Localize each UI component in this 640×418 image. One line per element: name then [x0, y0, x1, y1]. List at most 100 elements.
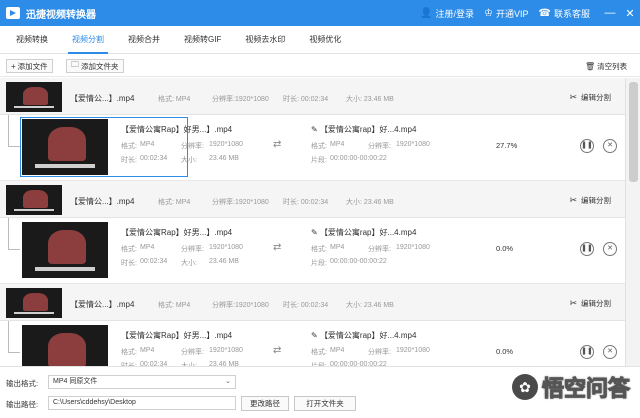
segment-name: 【爱情公寓Rap】好男...】.mp4	[121, 331, 233, 340]
segment-row[interactable]: 【爱情公寓Rap】好男...】.mp4 格式: MP4 分辨率: 1920*10…	[0, 321, 625, 366]
shuffle-icon[interactable]: ⇄	[273, 242, 281, 253]
output-format-label: 输出格式:	[6, 379, 39, 388]
toolbar: + 添加文件 🗀 添加文件夹 🗑 清空列表	[0, 55, 640, 77]
edit-split-button[interactable]: ✂ 编辑分割	[569, 298, 611, 309]
tab-remove-watermark[interactable]: 视频去水印	[245, 26, 285, 54]
scrollbar-thumb[interactable]	[629, 82, 638, 182]
pause-button[interactable]: ❚❚	[580, 345, 594, 359]
out-res-key: 分辨率:	[368, 143, 391, 150]
tree-connector	[8, 321, 20, 353]
seg-size-key: 大小:	[181, 260, 197, 267]
output-format-select[interactable]: MP4 同原文件 ⌄	[48, 375, 236, 389]
minimize-button[interactable]: —	[600, 7, 620, 19]
segment-thumbnail	[22, 325, 108, 366]
seg-res-val: 1920*1080	[209, 347, 243, 354]
shuffle-icon[interactable]: ⇄	[273, 345, 281, 356]
seg-dur-val: 00:02:34	[140, 155, 168, 162]
pause-button[interactable]: ❚❚	[580, 242, 594, 256]
out-format-key: 格式:	[311, 246, 327, 253]
close-window-button[interactable]: ✕	[620, 7, 640, 20]
output-name[interactable]: ✎ 【爱情公寓rap】好...4.mp4	[311, 330, 416, 341]
out-format-key: 格式:	[311, 349, 327, 356]
file-duration: 时长: 00:02:34	[283, 302, 329, 309]
file-duration: 时长: 00:02:34	[283, 96, 329, 103]
output-name[interactable]: ✎ 【爱情公寓rap】好...4.mp4	[311, 124, 416, 135]
clear-list-label: 清空列表	[597, 61, 628, 71]
seg-format-key: 格式:	[121, 143, 137, 150]
seg-format-val: MP4	[140, 141, 155, 148]
segment-name: 【爱情公寓Rap】好男...】.mp4	[121, 125, 233, 134]
change-path-button[interactable]: 更改路径	[241, 396, 289, 411]
watermark-text: 悟空问答	[541, 376, 630, 402]
pencil-icon: ✎	[311, 125, 320, 134]
segment-name: 【爱情公寓Rap】好男...】.mp4	[121, 228, 233, 237]
output-path-field[interactable]: C:\Users\cddehsy\Desktop	[48, 396, 236, 410]
pause-button[interactable]: ❚❚	[580, 139, 594, 153]
segment-thumbnail	[22, 119, 108, 175]
add-folder-label: 添加文件夹	[81, 61, 119, 71]
tab-optimize[interactable]: 视频优化	[309, 26, 341, 54]
file-resolution: 分辨率:1920*1080	[212, 199, 269, 206]
add-file-button[interactable]: + 添加文件	[6, 59, 53, 73]
file-name: 【爱情公...】.mp4	[70, 300, 135, 309]
tab-merge[interactable]: 视频合并	[128, 26, 160, 54]
tab-convert[interactable]: 视频转换	[16, 26, 48, 54]
file-group-row[interactable]: 【爱情公...】.mp4 格式: MP4 分辨率:1920*1080 时长: 0…	[0, 284, 625, 321]
file-format: 格式: MP4	[158, 96, 191, 103]
clear-list-button[interactable]: 🗑 清空列表	[581, 59, 631, 73]
edit-split-button[interactable]: ✂ 编辑分割	[569, 195, 611, 206]
file-resolution: 分辨率:1920*1080	[212, 302, 269, 309]
file-group-row[interactable]: 【爱情公...】.mp4 格式: MP4 分辨率:1920*1080 时长: 0…	[0, 78, 625, 115]
file-group-row[interactable]: 【爱情公...】.mp4 格式: MP4 分辨率:1920*1080 时长: 0…	[0, 181, 625, 218]
shuffle-icon[interactable]: ⇄	[273, 139, 281, 150]
vip-label: 开通VIP	[496, 8, 529, 19]
seg-res-key: 分辨率:	[181, 349, 204, 356]
feature-tabs: 视频转换 视频分割 视频合并 视频转GIF 视频去水印 视频优化	[0, 26, 640, 54]
output-name[interactable]: ✎ 【爱情公寓rap】好...4.mp4	[311, 227, 416, 238]
remove-button[interactable]: ✕	[603, 345, 617, 359]
video-thumbnail	[6, 82, 62, 112]
wukong-logo-icon: ✿	[511, 374, 538, 400]
out-cut-val: 00:00:00-00:00:22	[330, 155, 387, 162]
open-folder-button[interactable]: 打开文件夹	[294, 396, 356, 411]
scissors-icon: ✂	[569, 298, 577, 308]
out-cut-key: 片段:	[311, 157, 327, 164]
add-folder-button[interactable]: 🗀 添加文件夹	[66, 59, 124, 73]
file-resolution: 分辨率:1920*1080	[212, 96, 269, 103]
remove-button[interactable]: ✕	[603, 139, 617, 153]
add-file-label: 添加文件	[17, 61, 48, 71]
app-logo-icon	[6, 7, 20, 19]
seg-res-val: 1920*1080	[209, 141, 243, 148]
file-name: 【爱情公...】.mp4	[70, 197, 135, 206]
scissors-icon: ✂	[569, 195, 577, 205]
segment-thumbnail	[22, 222, 108, 278]
file-size: 大小: 23.46 MB	[346, 302, 394, 309]
watermark: ✿ 悟空问答	[511, 371, 631, 403]
list-scrollbar[interactable]	[625, 78, 640, 366]
video-thumbnail	[6, 288, 62, 318]
login-link[interactable]: 👤 注册/登录	[420, 7, 474, 20]
seg-format-key: 格式:	[121, 246, 137, 253]
support-link[interactable]: ☎ 联系客服	[539, 7, 590, 20]
seg-size-val: 23.46 MB	[209, 155, 239, 162]
output-name-text: 【爱情公寓rap】好...4.mp4	[319, 125, 417, 134]
trash-icon: 🗑	[585, 61, 596, 71]
output-name-text: 【爱情公寓rap】好...4.mp4	[319, 228, 417, 237]
segment-row[interactable]: 【爱情公寓Rap】好男...】.mp4 格式: MP4 分辨率: 1920*10…	[0, 115, 625, 181]
seg-dur-key: 时长:	[121, 157, 137, 164]
vip-link[interactable]: ♔ 开通VIP	[484, 7, 528, 20]
out-format-val: MP4	[330, 244, 345, 251]
edit-split-button[interactable]: ✂ 编辑分割	[569, 92, 611, 103]
file-list: 【爱情公...】.mp4 格式: MP4 分辨率:1920*1080 时长: 0…	[0, 78, 640, 366]
out-cut-key: 片段:	[311, 260, 327, 267]
file-name: 【爱情公...】.mp4	[70, 94, 135, 103]
remove-button[interactable]: ✕	[603, 242, 617, 256]
tab-split[interactable]: 视频分割	[68, 26, 108, 54]
title-bar-actions: 👤 注册/登录 ♔ 开通VIP ☎ 联系客服 — ✕	[420, 0, 640, 26]
seg-res-key: 分辨率:	[181, 246, 204, 253]
out-res-val: 1920*1080	[396, 244, 430, 251]
segment-row[interactable]: 【爱情公寓Rap】好男...】.mp4 格式: MP4 分辨率: 1920*10…	[0, 218, 625, 284]
support-icon: ☎	[538, 7, 551, 19]
pencil-icon: ✎	[311, 228, 320, 237]
tab-gif[interactable]: 视频转GIF	[184, 26, 221, 54]
